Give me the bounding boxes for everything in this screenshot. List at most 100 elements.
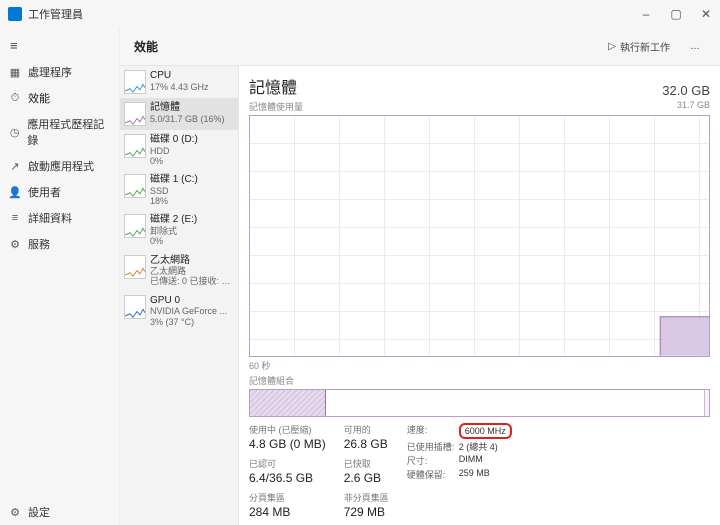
stat: 已快取2.6 GB xyxy=(344,457,389,485)
stat-label: 非分頁集區 xyxy=(344,491,389,504)
stat-value: 284 MB xyxy=(249,505,326,519)
titlebar: 工作管理員 – ▢ ✕ xyxy=(0,0,720,28)
sidebar-item[interactable]: ▦ 處理程序 xyxy=(0,59,119,85)
sidebar-item[interactable]: ⚙ 服務 xyxy=(0,231,119,257)
perf-category-list: CPU 17% 4.43 GHz 記憶體 5.0/31.7 GB (16%) 磁… xyxy=(120,66,238,525)
perf-item-name: 磁碟 1 (C:) xyxy=(150,174,198,186)
nav-label: 啟動應用程式 xyxy=(28,158,94,174)
perf-list-item[interactable]: 磁碟 2 (E:) 卸除式0% xyxy=(120,210,238,250)
time-axis-label: 60 秒 xyxy=(249,359,710,372)
app-icon xyxy=(8,7,22,21)
info-row: 硬體保留: 259 MB xyxy=(407,468,512,481)
stat: 已認可6.4/36.5 GB xyxy=(249,457,326,485)
stat-value: 26.8 GB xyxy=(344,437,389,451)
sidebar-item[interactable]: ◷ 應用程式歷程記錄 xyxy=(0,111,119,153)
stat: 分頁集區284 MB xyxy=(249,491,326,519)
perf-thumbnail xyxy=(124,214,146,238)
stat: 可用的26.8 GB xyxy=(344,423,389,451)
perf-list-item[interactable]: 磁碟 1 (C:) SSD18% xyxy=(120,170,238,210)
stat-value: 4.8 GB (0 MB) xyxy=(249,437,326,451)
stat-label: 使用中 (已壓縮) xyxy=(249,423,326,436)
nav-icon: ≡ xyxy=(8,211,22,225)
info-row: 速度:6000 MHz xyxy=(407,423,512,439)
composition-reserved xyxy=(704,390,709,416)
info-value: DIMM xyxy=(459,454,483,467)
info-value: 259 MB xyxy=(459,468,490,481)
perf-item-name: CPU xyxy=(150,70,209,82)
main: 效能 ▷ 執行新工作 … CPU 17% 4.43 GHz 記憶體 5.0/31… xyxy=(120,28,720,525)
page-title: 效能 xyxy=(134,38,158,55)
detail-total: 32.0 GB xyxy=(662,83,710,98)
info-row: 已使用插槽:2 (總共 4) xyxy=(407,440,512,453)
stat-value: 6.4/36.5 GB xyxy=(249,471,326,485)
perf-thumbnail xyxy=(124,295,146,319)
usage-label: 記憶體使用量 xyxy=(249,100,303,113)
nav-label: 服務 xyxy=(28,236,50,252)
nav-icon: ↗ xyxy=(8,159,22,173)
stat-label: 已快取 xyxy=(344,457,389,470)
nav-icon: ⚙ xyxy=(8,237,22,251)
minimize-button[interactable]: – xyxy=(640,7,652,21)
perf-thumbnail xyxy=(124,70,146,94)
perf-item-name: 磁碟 2 (E:) xyxy=(150,214,197,226)
info-key: 硬體保留: xyxy=(407,468,455,481)
detail-title: 記憶體 xyxy=(249,74,297,98)
stat-label: 分頁集區 xyxy=(249,491,326,504)
detail-pane: 記憶體 32.0 GB 記憶體使用量 31.7 GB 60 秒 記憶體組合 xyxy=(238,66,720,525)
content: ≡ ▦處理程序⏱效能◷應用程式歷程記錄↗啟動應用程式👤使用者≡詳細資料⚙服務 ⚙… xyxy=(0,28,720,525)
nav-label: 詳細資料 xyxy=(28,210,72,226)
perf-thumbnail xyxy=(124,174,146,198)
perf-thumbnail xyxy=(124,102,146,126)
perf-item-name: 記憶體 xyxy=(150,102,225,114)
page-header: 效能 ▷ 執行新工作 … xyxy=(120,28,720,66)
sidebar-item[interactable]: ↗ 啟動應用程式 xyxy=(0,153,119,179)
sidebar-settings[interactable]: ⚙ 設定 xyxy=(0,499,119,525)
nav-icon: ⏱ xyxy=(8,91,22,105)
nav-icon: ▦ xyxy=(8,65,22,79)
stat-label: 已認可 xyxy=(249,457,326,470)
maximize-button[interactable]: ▢ xyxy=(670,7,682,21)
usage-max: 31.7 GB xyxy=(677,100,710,113)
nav-label: 處理程序 xyxy=(28,64,72,80)
memory-usage-chart xyxy=(249,115,710,357)
perf-item-name: GPU 0 xyxy=(150,295,227,307)
perf-thumbnail xyxy=(124,255,146,279)
hamburger-icon[interactable]: ≡ xyxy=(0,32,119,59)
info-value: 2 (總共 4) xyxy=(459,440,498,453)
stat: 非分頁集區729 MB xyxy=(344,491,389,519)
info-value-highlighted: 6000 MHz xyxy=(459,423,512,439)
sidebar-item[interactable]: ⏱效能 xyxy=(0,85,119,111)
perf-list-item[interactable]: CPU 17% 4.43 GHz xyxy=(120,66,238,98)
gear-icon: ⚙ xyxy=(8,505,22,519)
sidebar-settings-label: 設定 xyxy=(28,504,50,520)
memory-composition-bar xyxy=(249,389,710,417)
stats-grid: 使用中 (已壓縮)4.8 GB (0 MB) 已認可6.4/36.5 GB 分頁集區… xyxy=(249,423,710,519)
stat: 使用中 (已壓縮)4.8 GB (0 MB) xyxy=(249,423,326,451)
sidebar-item[interactable]: ≡ 詳細資料 xyxy=(0,205,119,231)
info-key: 速度: xyxy=(407,423,455,439)
nav-icon: 👤 xyxy=(8,185,22,199)
close-button[interactable]: ✕ xyxy=(700,7,712,21)
sidebar: ≡ ▦ 處理程序 ⏱效能 ◷ 應用程式歷程記錄 ↗ 啟動應用程式 👤 使用者 ≡ 詳細資料 ⚙ 服務 ⚙… xyxy=(0,28,120,525)
composition-in-use xyxy=(250,390,326,416)
sidebar-item[interactable]: 👤 使用者 xyxy=(0,179,119,205)
window-title: 工作管理員 xyxy=(28,6,83,22)
perf-list-item[interactable]: 乙太網路 乙太網路已傳送: 0 已接收: 0 Kbps xyxy=(120,251,238,291)
perf-item-name: 磁碟 0 (D:) xyxy=(150,134,198,146)
perf-item-name: 乙太網路 xyxy=(150,255,234,267)
perf-list-item[interactable]: GPU 0 NVIDIA GeForce ...3% (37 °C) xyxy=(120,291,238,331)
perf-list-item[interactable]: 磁碟 0 (D:) HDD0% xyxy=(120,130,238,170)
info-row: 尺寸: DIMM xyxy=(407,454,512,467)
nav-label: 應用程式歷程記錄 xyxy=(27,116,111,148)
window-controls: – ▢ ✕ xyxy=(640,7,712,21)
perf-thumbnail xyxy=(124,134,146,158)
stat-value: 729 MB xyxy=(344,505,389,519)
run-new-task-button[interactable]: ▷ 執行新工作 xyxy=(602,36,676,57)
nav-label: 使用者 xyxy=(28,184,61,200)
stat-label: 可用的 xyxy=(344,423,389,436)
more-button[interactable]: … xyxy=(684,38,706,55)
run-icon: ▷ xyxy=(608,41,616,52)
perf-list-item[interactable]: 記憶體 5.0/31.7 GB (16%) xyxy=(120,98,238,130)
info-key: 尺寸: xyxy=(407,454,455,467)
nav-icon: ◷ xyxy=(8,125,21,139)
